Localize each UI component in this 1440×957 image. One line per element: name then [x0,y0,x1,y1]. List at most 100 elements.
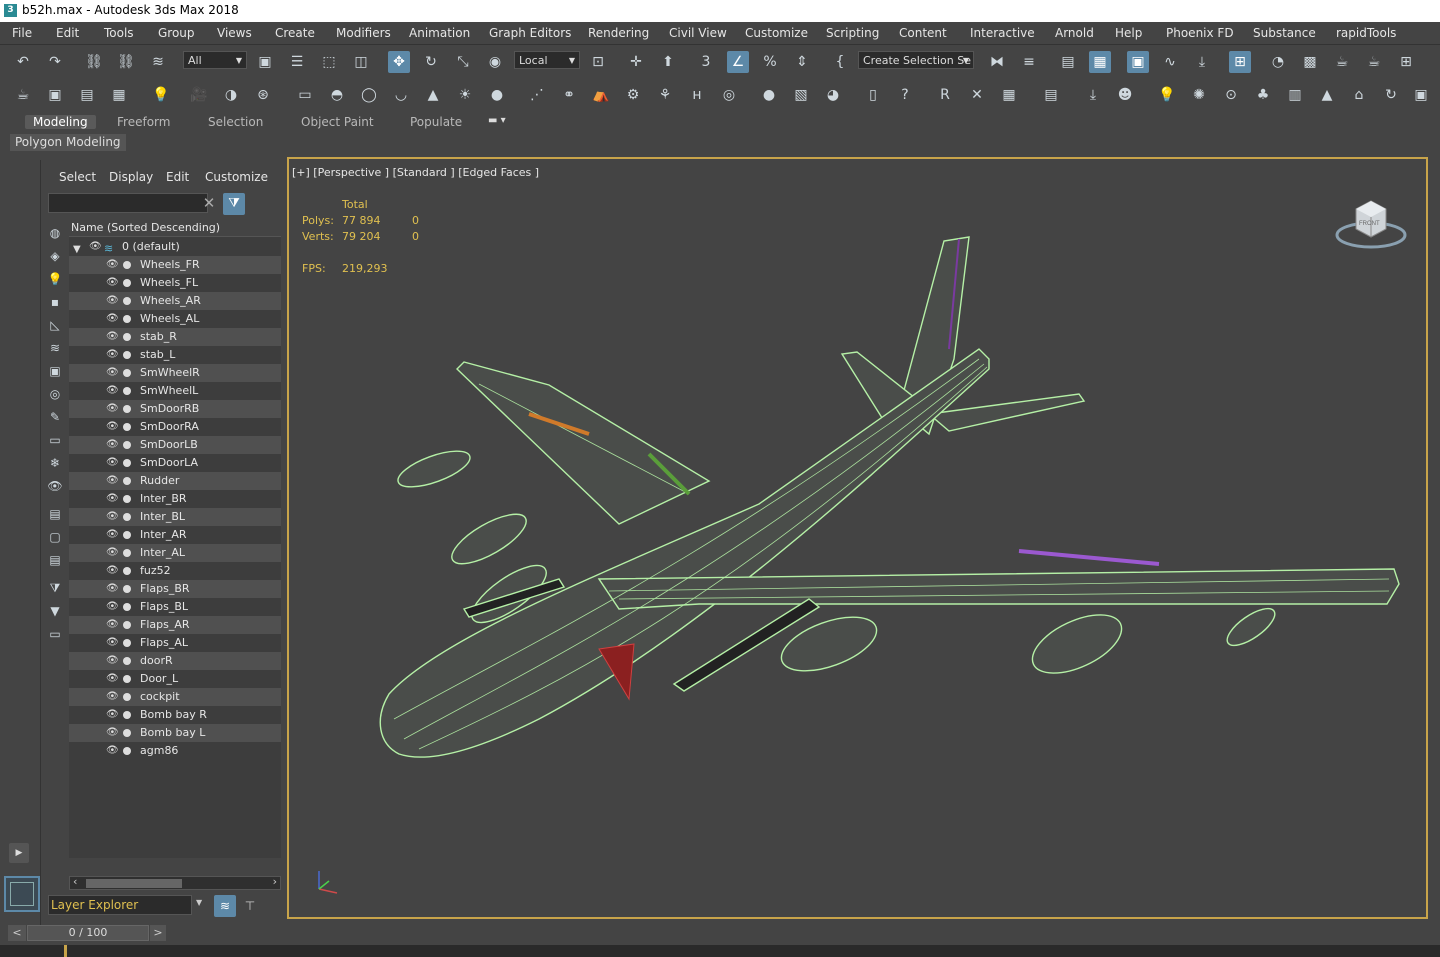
list-item[interactable]: 👁 stab_L [69,346,281,364]
freeze-dot-icon[interactable] [123,747,131,755]
eye-icon[interactable]: 👁 [106,400,119,418]
display-cameras-icon[interactable]: ▪ [45,293,65,311]
document-icon[interactable]: ▯ [862,84,884,106]
list-item[interactable]: 👁 Door_L [69,670,281,688]
eye-icon[interactable]: 👁 [106,526,119,544]
light-lister-icon[interactable]: 💡 [150,84,172,106]
eye-icon[interactable]: 👁 [106,310,119,328]
list-item[interactable]: 👁 SmDoorLA [69,454,281,472]
material-assign-icon[interactable]: ◕ [822,84,844,106]
material-editor-icon[interactable]: ◔ [1267,51,1289,73]
freeze-dot-icon[interactable] [123,639,131,647]
unlink-icon[interactable]: ⛓ [115,51,137,73]
menu-modifiers[interactable]: Modifiers [336,26,391,40]
display-containers-icon[interactable]: ▭ [45,431,65,449]
recap-icon[interactable]: R [934,84,956,106]
gear-icon[interactable]: ⚙ [622,84,644,106]
shell-icon[interactable]: ◎ [718,84,740,106]
eye-icon[interactable]: 👁 [106,544,119,562]
display-visibility-icon[interactable]: 👁 [45,477,65,495]
camera-icon[interactable]: 🎥 [188,84,210,106]
track-bar[interactable] [0,945,1440,957]
freeze-dot-icon[interactable] [123,657,131,665]
menu-graph-editors[interactable]: Graph Editors [489,26,571,40]
freeze-dot-icon[interactable] [123,423,131,431]
freeze-dot-icon[interactable] [123,459,131,467]
help-icon[interactable]: ? [894,84,916,106]
list-item[interactable]: 👁 Inter_BR [69,490,281,508]
render-frame-icon[interactable]: ▣ [44,84,66,106]
curve-editor-icon[interactable]: ∿ [1159,51,1181,73]
cone-icon[interactable]: ▲ [422,84,444,106]
freeze-dot-icon[interactable] [123,315,131,323]
menu-civil-view[interactable]: Civil View [669,26,727,40]
display-spacewarps-icon[interactable]: ≋ [45,339,65,357]
disc-icon[interactable]: ● [486,84,508,106]
select-and-move-icon[interactable]: ✥ [388,51,410,73]
freeze-dot-icon[interactable] [123,675,131,683]
eye-icon[interactable]: 👁 [106,670,119,688]
mirror-icon[interactable]: ⧓ [986,51,1008,73]
select-object-icon[interactable]: ▣ [254,51,276,73]
refresh-icon[interactable]: ↻ [1380,84,1402,106]
freeze-dot-icon[interactable] [123,297,131,305]
menu-customize[interactable]: Customize [745,26,808,40]
filter-clear-icon[interactable]: ⧩ [45,579,65,597]
menu-substance[interactable]: Substance [1253,26,1316,40]
list-item[interactable]: 👁 Inter_AR [69,526,281,544]
list-item[interactable]: 👁 cockpit [69,688,281,706]
freeze-dot-icon[interactable] [123,513,131,521]
list-item[interactable]: 👁 Wheels_AR [69,292,281,310]
freeze-dot-icon[interactable] [123,711,131,719]
render-in-cloud-icon[interactable]: ⊞ [1395,51,1417,73]
menu-edit[interactable]: Edit [56,26,79,40]
people-icon[interactable]: ☻ [1114,84,1136,106]
aircraft-wireframe[interactable] [289,159,1426,917]
sun-position-icon[interactable]: ◑ [220,84,242,106]
sort-by-hierarchy-icon[interactable]: ⊤ [240,895,260,917]
select-by-name-icon[interactable]: ☰ [286,51,308,73]
tab-freeform[interactable]: Freeform [117,115,170,129]
eye-icon[interactable]: 👁 [106,256,119,274]
display-helpers-icon[interactable]: ◺ [45,316,65,334]
link-icon[interactable]: ⛓ [83,51,105,73]
eye-icon[interactable]: 👁 [106,652,119,670]
rendered-frame-window-icon[interactable]: ☕ [1331,51,1353,73]
menu-phoenix-fd[interactable]: Phoenix FD [1166,26,1234,40]
substance-icon[interactable]: ▤ [1040,84,1062,106]
freeze-dot-icon[interactable] [123,495,131,503]
menu-tools[interactable]: Tools [104,26,134,40]
eye-icon[interactable]: 👁 [89,238,102,256]
material-browser-icon[interactable]: ▧ [790,84,812,106]
eye-icon[interactable]: 👁 [106,274,119,292]
list-item[interactable]: 👁 Flaps_BL [69,598,281,616]
layer-row-default[interactable]: ▼ 👁 ≋ 0 (default) [69,238,281,256]
display-xrefs-icon[interactable]: ◎ [45,385,65,403]
list-item[interactable]: 👁 Wheels_AL [69,310,281,328]
freeze-dot-icon[interactable] [123,279,131,287]
film-icon[interactable]: ⊛ [252,84,274,106]
eye-icon[interactable]: 👁 [106,598,119,616]
list-item[interactable]: 👁 Flaps_AL [69,634,281,652]
display-dependencies-icon[interactable]: ▤ [45,551,65,569]
eye-icon[interactable]: 👁 [106,292,119,310]
clear-search-icon[interactable]: ✕ [201,195,217,211]
menu-views[interactable]: Views [217,26,252,40]
explorer-menu-edit[interactable]: Edit [166,170,189,184]
polygon-modeling-panel[interactable]: Polygon Modeling [10,134,126,151]
explorer-menu-select[interactable]: Select [59,170,96,184]
grid-array-icon[interactable]: ⋰ [526,84,548,106]
menu-interactive[interactable]: Interactive [970,26,1035,40]
spreadsheet-icon[interactable]: ▦ [998,84,1020,106]
bowl-icon[interactable]: ◡ [390,84,412,106]
display-shapes-icon[interactable]: ◈ [45,247,65,265]
list-item[interactable]: 👁 Inter_BL [69,508,281,526]
freeze-dot-icon[interactable] [123,567,131,575]
select-and-place-icon[interactable]: ◉ [484,51,506,73]
sun-icon[interactable]: ☀ [454,84,476,106]
eye-icon[interactable]: 👁 [106,688,119,706]
named-selection-dropdown[interactable]: Create Selection Se ▼ [858,51,974,69]
eye-icon[interactable]: 👁 [106,436,119,454]
align-icon[interactable]: ≡ [1018,51,1040,73]
redo-icon[interactable]: ↷ [44,51,66,73]
